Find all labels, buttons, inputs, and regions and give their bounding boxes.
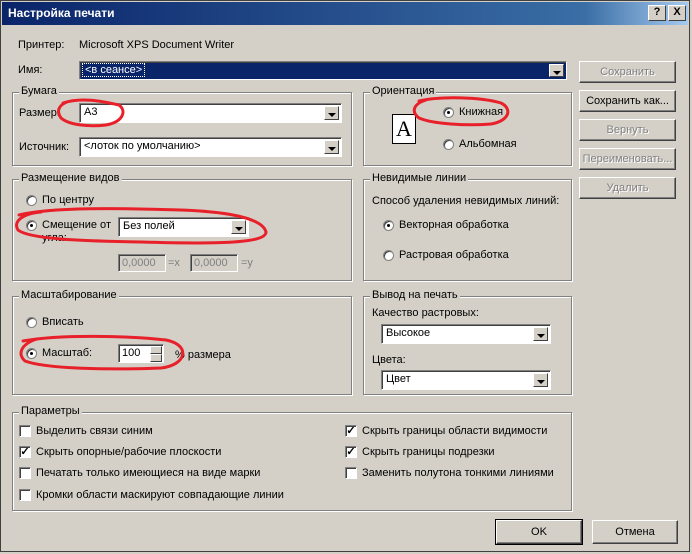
- chevron-down-icon[interactable]: [533, 373, 548, 387]
- scale-suffix: % размера: [175, 349, 231, 361]
- vector-label[interactable]: Векторная обработка: [399, 219, 509, 231]
- check-print-visible-tags[interactable]: [19, 467, 31, 479]
- offset-y-label: =y: [241, 257, 253, 269]
- center-radio[interactable]: [26, 195, 37, 206]
- check-replace-halftone-label[interactable]: Заменить полутона тонкими линиями: [362, 467, 554, 479]
- scale-radio[interactable]: [26, 348, 37, 359]
- name-combo[interactable]: <в сеансе>: [79, 61, 567, 80]
- scaling-group-title: Масштабирование: [19, 289, 119, 301]
- ok-button[interactable]: OK: [495, 519, 583, 545]
- orientation-group-title: Ориентация: [370, 85, 437, 97]
- output-group-title: Вывод на печать: [370, 289, 460, 301]
- quality-label: Качество растровых:: [372, 307, 479, 319]
- printer-label: Принтер:: [18, 39, 65, 51]
- colors-combo[interactable]: Цвет: [381, 370, 551, 390]
- portrait-radio[interactable]: [443, 107, 454, 118]
- chevron-down-icon[interactable]: [533, 327, 548, 341]
- offset-x-value: 0,0000: [122, 257, 156, 269]
- portrait-page-icon: A: [392, 114, 416, 144]
- hidden-lines-group-title: Невидимые линии: [370, 172, 469, 184]
- colors-label: Цвета:: [372, 354, 406, 366]
- portrait-label[interactable]: Книжная: [459, 106, 503, 118]
- title-bar: Настройка печати ? X: [2, 2, 688, 25]
- scale-value: 100: [122, 347, 141, 359]
- paper-source-label: Источник:: [19, 141, 70, 153]
- chevron-down-icon[interactable]: [324, 140, 339, 154]
- print-setup-dialog: Настройка печати ? X Принтер: Microsoft …: [0, 0, 690, 552]
- check-hide-crop-boundaries-label[interactable]: Скрыть границы подрезки: [362, 446, 495, 458]
- quality-combo[interactable]: Высокое: [381, 324, 551, 344]
- offset-y-input[interactable]: 0,0000: [190, 254, 238, 272]
- fit-label[interactable]: Вписать: [42, 316, 84, 328]
- quality-value: Высокое: [386, 327, 431, 339]
- landscape-label[interactable]: Альбомная: [459, 138, 517, 150]
- save-button[interactable]: Сохранить: [579, 61, 676, 83]
- check-hide-ref-planes-label[interactable]: Скрыть опорные/рабочие плоскости: [36, 446, 221, 458]
- spin-up-icon[interactable]: [150, 346, 162, 354]
- params-group-title: Параметры: [19, 405, 82, 417]
- chevron-down-icon[interactable]: [549, 64, 564, 77]
- check-mask-edges-label[interactable]: Кромки области маскируют совпадающие лин…: [36, 489, 284, 501]
- window-title: Настройка печати: [8, 6, 115, 20]
- paper-source-combo[interactable]: <лоток по умолчанию>: [79, 137, 342, 157]
- name-label: Имя:: [18, 64, 43, 76]
- revert-button[interactable]: Вернуть: [579, 119, 676, 141]
- name-combo-value: <в сеансе>: [82, 63, 146, 77]
- offset-combo[interactable]: Без полей: [118, 217, 249, 237]
- hidden-method-label: Способ удаления невидимых линий:: [372, 195, 560, 207]
- printer-value: Microsoft XPS Document Writer: [79, 39, 235, 51]
- offset-value: Без полей: [123, 220, 175, 232]
- paper-size-label: Размер:: [19, 107, 60, 119]
- spin-down-icon[interactable]: [150, 354, 162, 362]
- offset-radio[interactable]: [26, 220, 37, 231]
- center-label[interactable]: По центру: [42, 194, 94, 206]
- raster-label[interactable]: Растровая обработка: [399, 249, 509, 261]
- offset-y-value: 0,0000: [194, 257, 228, 269]
- offset-label[interactable]: Смещение от угла:: [42, 219, 114, 245]
- offset-x-label: =x: [168, 257, 180, 269]
- check-hide-crop-regions-label[interactable]: Скрыть границы области видимости: [362, 425, 547, 437]
- check-highlight-links[interactable]: [19, 425, 31, 437]
- save-as-button[interactable]: Сохранить как...: [579, 90, 676, 112]
- rename-button[interactable]: Переименовать...: [579, 148, 676, 170]
- landscape-radio[interactable]: [443, 139, 454, 150]
- colors-value: Цвет: [386, 373, 411, 385]
- offset-x-input[interactable]: 0,0000: [118, 254, 166, 272]
- check-mask-edges[interactable]: [19, 489, 31, 501]
- fit-radio[interactable]: [26, 317, 37, 328]
- chevron-down-icon[interactable]: [231, 220, 246, 234]
- delete-button[interactable]: Удалить: [579, 177, 676, 199]
- paper-size-combo[interactable]: A3: [79, 103, 342, 123]
- scale-input[interactable]: 100: [118, 344, 164, 363]
- paper-size-value: A3: [84, 106, 98, 118]
- check-replace-halftone[interactable]: [345, 467, 357, 479]
- placement-group-title: Размещение видов: [19, 172, 122, 184]
- scaling-group: Масштабирование: [12, 289, 352, 395]
- paper-group-title: Бумага: [19, 85, 59, 97]
- chevron-down-icon[interactable]: [324, 106, 339, 120]
- check-highlight-links-label[interactable]: Выделить связи синим: [36, 425, 153, 437]
- check-hide-crop-regions[interactable]: ✓: [345, 425, 357, 437]
- check-print-visible-tags-label[interactable]: Печатать только имеющиеся на виде марки: [36, 467, 260, 479]
- close-button[interactable]: X: [668, 5, 686, 21]
- paper-source-value: <лоток по умолчанию>: [84, 140, 201, 152]
- cancel-button[interactable]: Отмена: [592, 520, 678, 544]
- help-button[interactable]: ?: [648, 5, 666, 21]
- raster-radio[interactable]: [383, 250, 394, 261]
- check-hide-crop-boundaries[interactable]: ✓: [345, 446, 357, 458]
- check-hide-ref-planes[interactable]: ✓: [19, 446, 31, 458]
- vector-radio[interactable]: [383, 220, 394, 231]
- scale-label[interactable]: Масштаб:: [42, 347, 92, 359]
